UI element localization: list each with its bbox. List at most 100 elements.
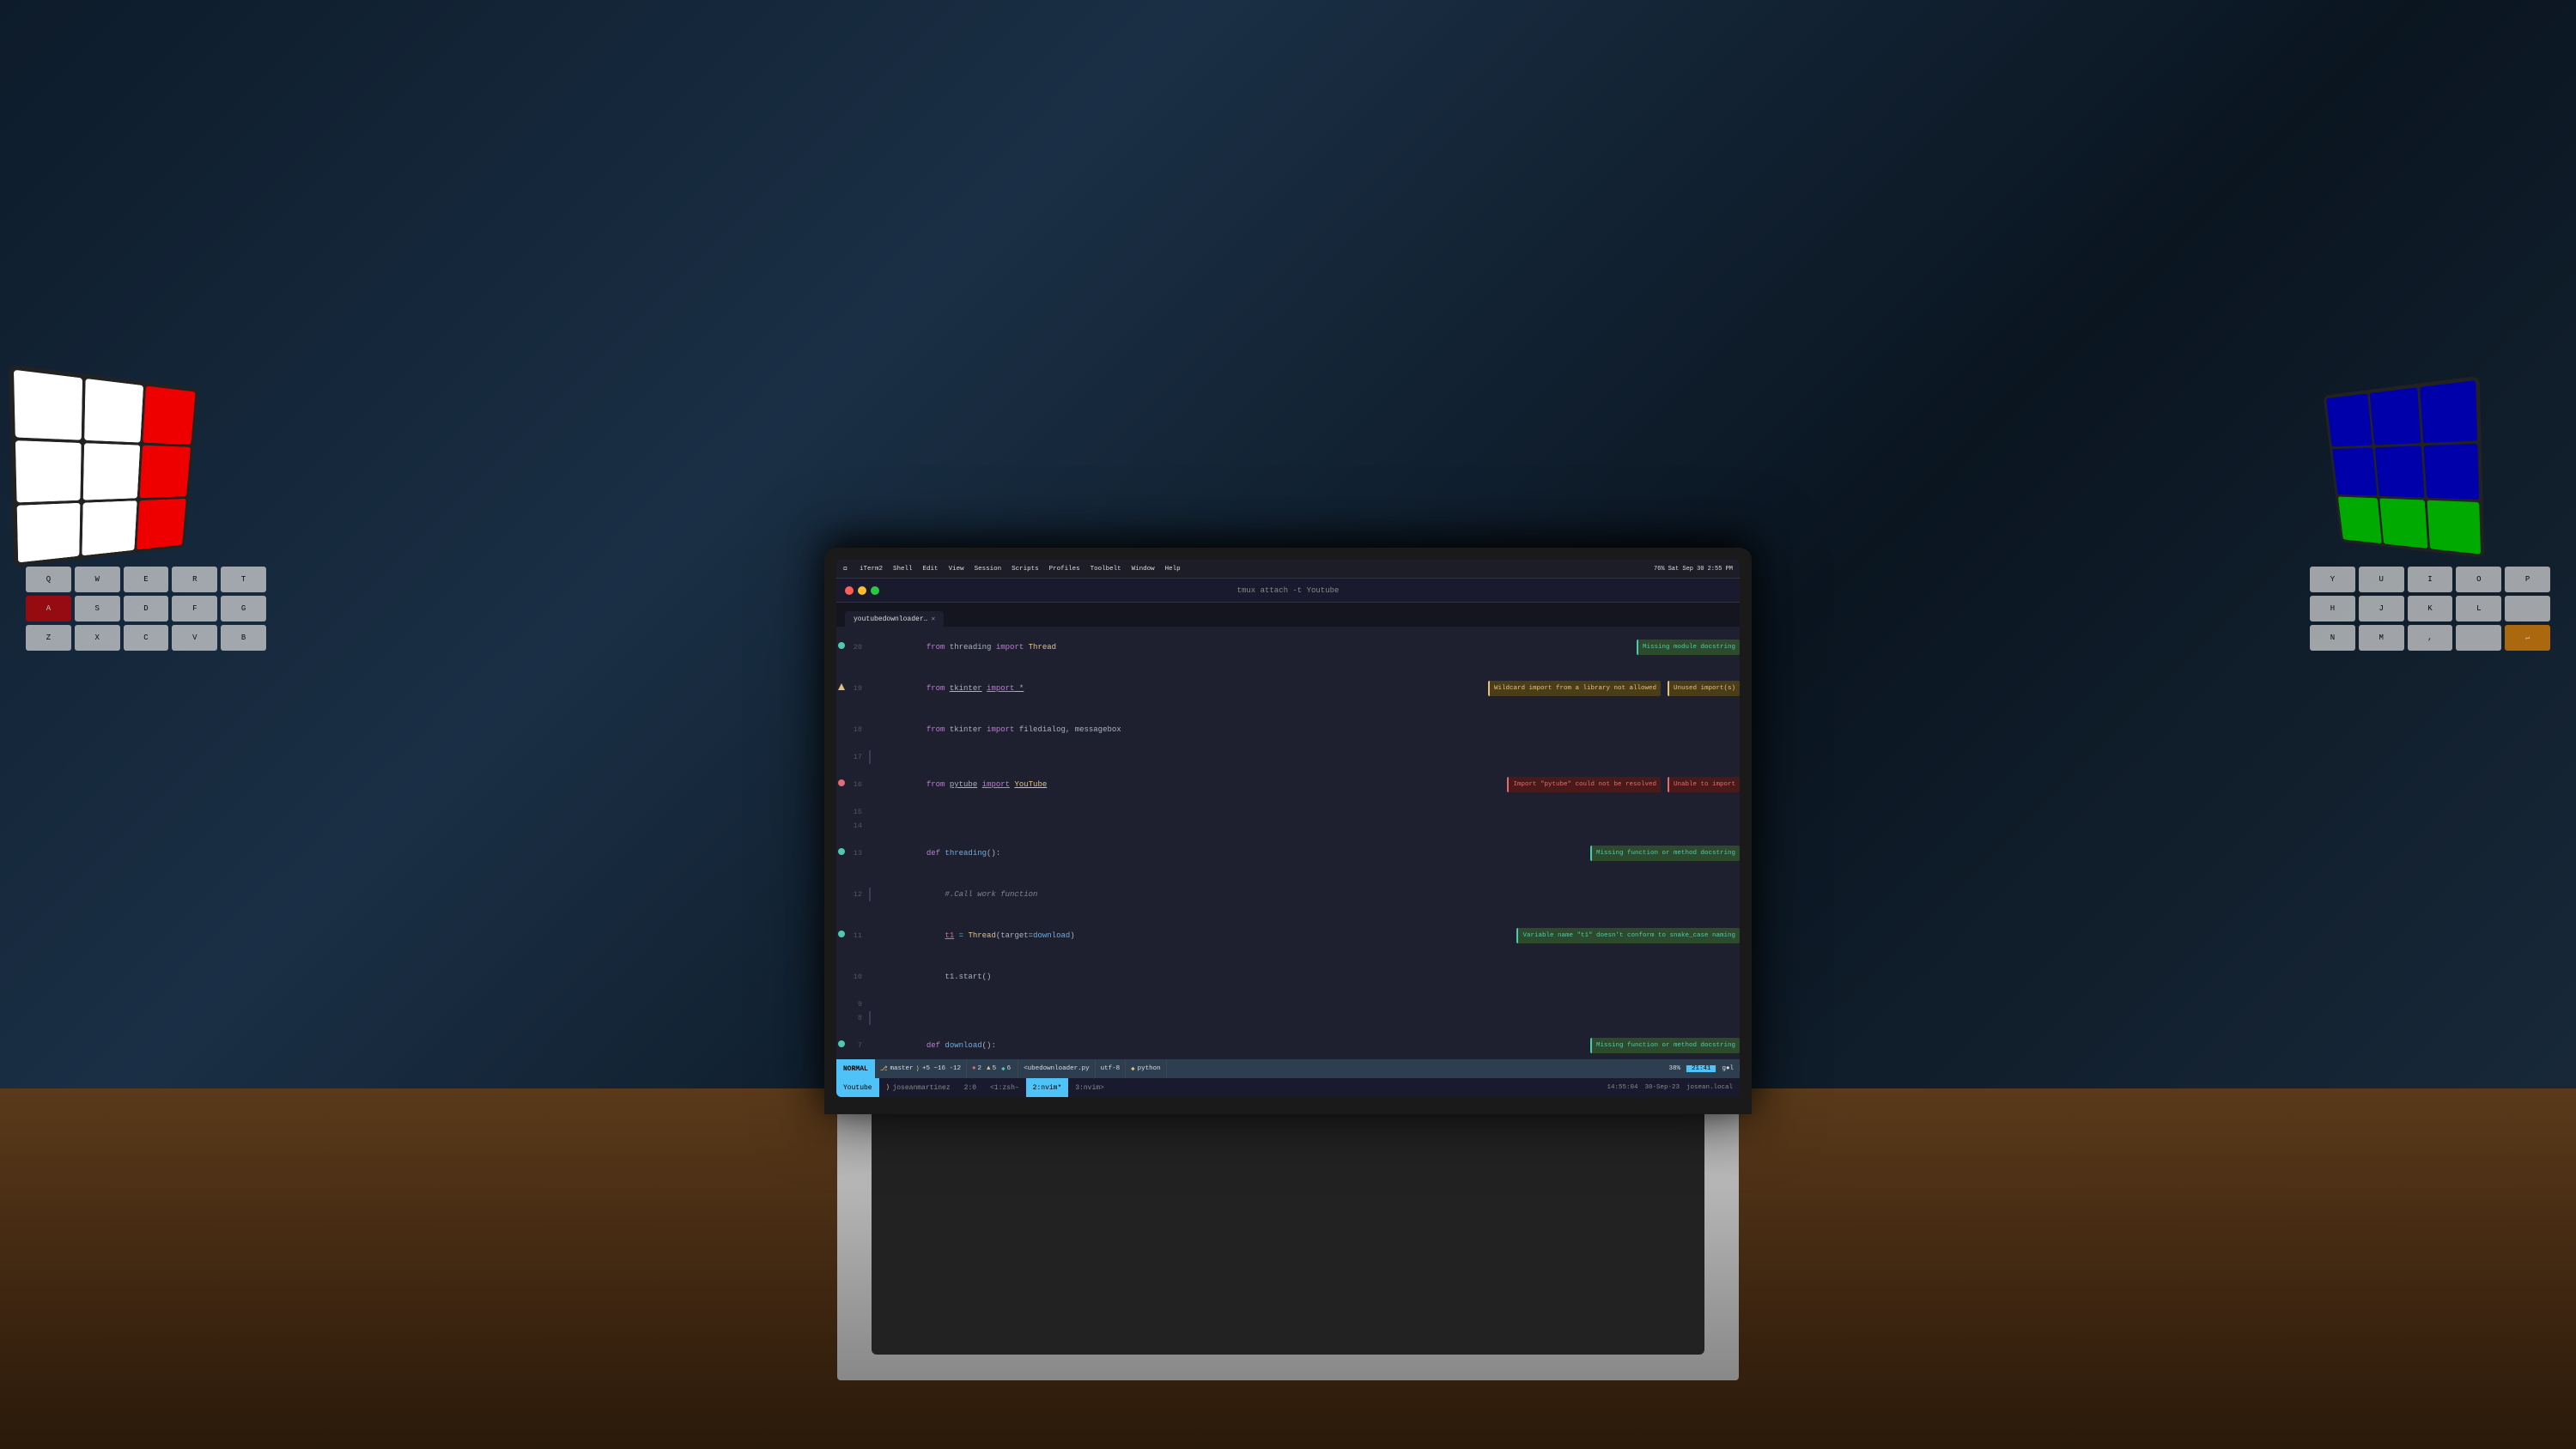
error-icon: ●	[972, 1065, 976, 1072]
tmux-tab-nvim-active[interactable]: 2:nvim*	[1026, 1078, 1069, 1097]
editor-area: 20 from threading import Thread Missing …	[836, 627, 1740, 1059]
status-filename: <ubedownloader.py	[1018, 1059, 1096, 1078]
git-branch: master	[890, 1065, 913, 1072]
menu-edit[interactable]: Edit	[920, 566, 941, 573]
tmux-tab-youtube[interactable]: Youtube	[836, 1078, 879, 1097]
line-number: 14	[836, 819, 867, 833]
lang-icon: ◆	[1131, 1064, 1135, 1073]
menubar:  iTerm2 Shell Edit View Session Scripts…	[836, 560, 1740, 579]
tmux-youtube-label: Youtube	[843, 1084, 872, 1092]
hint-badge-extra: Unable to import	[1668, 777, 1740, 792]
filename-text: <ubedownloader.py	[1024, 1065, 1090, 1072]
tmux-host: josean.local	[1686, 1084, 1733, 1091]
minimize-button[interactable]	[858, 586, 866, 595]
line-number: 9	[836, 997, 867, 1011]
git-icon: ⎇	[880, 1064, 888, 1073]
menu-scripts[interactable]: Scripts	[1009, 566, 1042, 573]
line-number: 8	[836, 1011, 867, 1025]
encoding-text: utf-8	[1101, 1065, 1121, 1072]
line-number: 17	[836, 750, 867, 764]
code-line-15: 15	[836, 805, 1740, 819]
menu-iterm2[interactable]: iTerm2	[857, 566, 885, 573]
hint-badge: Missing module docstring	[1637, 640, 1740, 655]
hint-icon: ◆	[1001, 1064, 1005, 1073]
tab-close-icon[interactable]: ✕	[931, 615, 935, 623]
menu-profiles[interactable]: Profiles	[1047, 566, 1083, 573]
line-code: def download():	[867, 1025, 1583, 1059]
line-code: def threading():	[867, 833, 1583, 874]
git-stats: +5 ~16 -12	[922, 1065, 961, 1072]
laptop-screen:  iTerm2 Shell Edit View Session Scripts…	[836, 560, 1740, 1097]
traffic-lights	[845, 586, 879, 595]
menu-view[interactable]: View	[946, 566, 967, 573]
tmux-tab-josean[interactable]: ⟩ joseanmartinez	[879, 1078, 957, 1097]
status-percent: 38%	[1663, 1065, 1686, 1072]
percent-text: 38%	[1668, 1065, 1680, 1072]
menu-toolbelt[interactable]: Toolbelt	[1088, 566, 1124, 573]
tmux-arrow: ⟩	[886, 1083, 890, 1092]
tmux-tab-2-0[interactable]: 2:0	[957, 1078, 983, 1097]
tmux-date: 30-Sep-23	[1644, 1084, 1680, 1091]
menu-shell[interactable]: Shell	[890, 566, 915, 573]
tab-bar: youtubedownloader… ✕	[836, 603, 1740, 627]
hint-badge: Variable name "t1" doesn't conform to sn…	[1516, 928, 1740, 943]
line-number: 20	[836, 640, 867, 654]
close-button[interactable]	[845, 586, 854, 595]
line-code: from tkinter import filedialog, messageb…	[867, 709, 1740, 750]
tmux-tab-zsh[interactable]: <1:zsh–	[983, 1078, 1026, 1097]
maximize-button[interactable]	[871, 586, 879, 595]
menubar-time: 2:55 PM	[1708, 566, 1733, 573]
line-number: 13	[836, 846, 867, 860]
menubar-date: Sat Sep 30	[1668, 566, 1704, 573]
line-code: t1 = Thread(target=download)	[867, 915, 1510, 956]
code-line-18: 18 from tkinter import filedialog, messa…	[836, 709, 1740, 750]
menubar-battery: 76%	[1654, 566, 1665, 573]
hint-badge: Missing function or method docstring	[1590, 1038, 1740, 1053]
line-number: 15	[836, 805, 867, 819]
code-line-8: 8	[836, 1011, 1740, 1025]
menu-window[interactable]: Window	[1129, 566, 1157, 573]
extra-text: g●l	[1722, 1065, 1734, 1072]
line-number: 16	[836, 778, 867, 791]
line-code: t1.start()	[867, 956, 1740, 997]
status-encoding: utf-8	[1096, 1059, 1127, 1078]
cursor-pos: 21:41	[1692, 1065, 1711, 1072]
laptop-base	[837, 1088, 1739, 1380]
tab-label: youtubedownloader…	[854, 615, 927, 623]
status-git: ⎇ master ⟩ +5 ~16 -12	[875, 1059, 967, 1078]
window-title: tmux attach -t Youtube	[1237, 586, 1340, 595]
code-line-9: 9	[836, 997, 1740, 1011]
line-number: 10	[836, 970, 867, 984]
tmux-bar: Youtube ⟩ joseanmartinez 2:0 <1:zsh– 2:n…	[836, 1078, 1740, 1097]
tmux-tab-nvim-3[interactable]: 3:nvim>	[1068, 1078, 1111, 1097]
tmux-zsh-label: <1:zsh–	[990, 1084, 1019, 1092]
code-line-7: 7 def download(): Missing function or me…	[836, 1025, 1740, 1059]
code-line-17: 17	[836, 750, 1740, 764]
titlebar: tmux attach -t Youtube	[836, 579, 1740, 603]
laptop-keyboard	[872, 1106, 1704, 1355]
line-number: 18	[836, 723, 867, 737]
line-number: 12	[836, 888, 867, 901]
code-line-20: 20 from threading import Thread Missing …	[836, 627, 1740, 668]
menu-session[interactable]: Session	[972, 566, 1005, 573]
code-line-11: 11 t1 = Thread(target=download) Variable…	[836, 915, 1740, 956]
hint-badge: Wildcard import from a library not allow…	[1488, 681, 1661, 696]
tab-youtubedownloader[interactable]: youtubedownloader… ✕	[845, 611, 944, 627]
code-line-16: 16 from pytube import YouTube Import "py…	[836, 764, 1740, 805]
line-number: 7	[836, 1039, 867, 1052]
language-text: python	[1138, 1065, 1161, 1072]
tmux-2-0-label: 2:0	[964, 1084, 976, 1092]
line-number: 19	[836, 682, 867, 695]
status-mode: NORMAL	[836, 1059, 875, 1078]
line-number: 11	[836, 929, 867, 943]
tmux-nvim3-label: 3:nvim>	[1075, 1084, 1104, 1092]
line-code: #.Call work function	[867, 874, 1740, 915]
menu-help[interactable]: Help	[1163, 566, 1183, 573]
hint-badge: Missing function or method docstring	[1590, 846, 1740, 861]
git-arrow: ⟩	[915, 1064, 920, 1073]
statusbar: NORMAL ⎇ master ⟩ +5 ~16 -12 ● 2 ▲ 5 ◆ 6…	[836, 1059, 1740, 1078]
rubiks-cube-right: Y U I O P H J K L N M , ↵	[2310, 386, 2550, 815]
code-line-19: 19 from tkinter import * Wildcard import…	[836, 668, 1740, 709]
tmux-time: 14:55:04	[1607, 1084, 1637, 1091]
line-code: from threading import Thread	[867, 627, 1630, 668]
